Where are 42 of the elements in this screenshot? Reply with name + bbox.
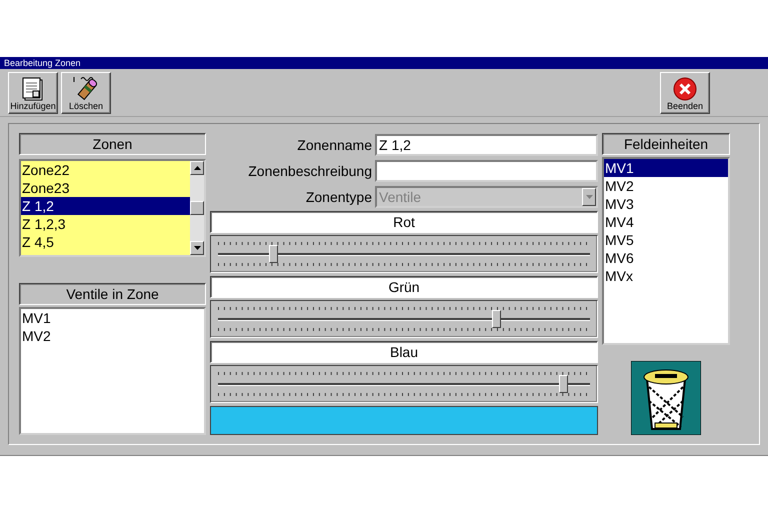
color-slider[interactable]: [210, 235, 598, 273]
slider-thumb[interactable]: [558, 375, 568, 393]
toolbar-button[interactable]: Löschen: [61, 72, 111, 114]
scroll-up-icon[interactable]: [190, 161, 204, 175]
window-title: Bearbeitung Zonen: [4, 58, 81, 68]
list-item[interactable]: Zone23: [21, 179, 190, 197]
list-item[interactable]: Z 4,5: [21, 233, 190, 251]
text-field[interactable]: Z 1,2: [375, 134, 598, 156]
scroll-down-icon[interactable]: [190, 241, 204, 255]
list-item[interactable]: MV2: [21, 327, 204, 345]
list-header: Ventile in Zone: [19, 283, 206, 305]
list-item[interactable]: MV2: [604, 177, 728, 195]
document-icon: [22, 76, 44, 100]
list-header: Zonen: [19, 133, 206, 155]
list-item[interactable]: MV1: [604, 159, 728, 177]
close-icon: [673, 76, 697, 100]
text-field[interactable]: [375, 160, 598, 182]
list-header: Feldeinheiten: [602, 133, 730, 155]
list-item[interactable]: Zone22: [21, 161, 190, 179]
scroll-thumb[interactable]: [190, 201, 204, 215]
slider-label: Blau: [210, 341, 598, 363]
list-item[interactable]: MV4: [604, 213, 728, 231]
list-item[interactable]: Z 1,2,3: [21, 215, 190, 233]
color-slider[interactable]: [210, 300, 598, 338]
field-label: Zonenname: [296, 137, 372, 153]
scrollbar[interactable]: [190, 161, 204, 255]
exit-button[interactable]: Beenden: [660, 72, 710, 114]
list-item[interactable]: MV1: [21, 309, 204, 327]
list-item[interactable]: MV5: [604, 231, 728, 249]
slider-thumb[interactable]: [268, 245, 278, 263]
field-label: Zonenbeschreibung: [247, 163, 372, 179]
color-slider[interactable]: [210, 365, 598, 403]
list-item[interactable]: Z 1,2: [21, 197, 190, 215]
slider-label: Rot: [210, 211, 598, 233]
list-item[interactable]: MV3: [604, 195, 728, 213]
list-item[interactable]: MVx: [604, 267, 728, 285]
slider-label: Grün: [210, 276, 598, 298]
toolbar-button[interactable]: Hinzufügen: [8, 72, 58, 114]
trash-can-icon[interactable]: [631, 361, 701, 435]
list-item[interactable]: MV6: [604, 249, 728, 267]
slider-thumb[interactable]: [492, 310, 501, 328]
field-label: Zonentype: [304, 189, 372, 205]
